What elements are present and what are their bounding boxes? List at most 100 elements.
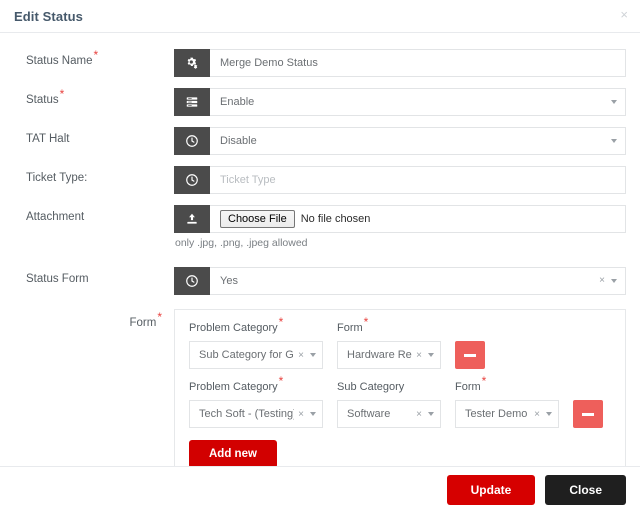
- clear-icon[interactable]: ×: [416, 409, 422, 420]
- label-text: Ticket Type:: [26, 172, 88, 184]
- label-form: Form*: [14, 309, 174, 329]
- close-icon[interactable]: ×: [620, 8, 628, 21]
- clock-icon: [174, 127, 210, 155]
- control-status-name: Merge Demo Status: [174, 49, 626, 77]
- chevron-down-icon[interactable]: [611, 279, 617, 283]
- label-text: Problem Category: [189, 381, 278, 393]
- nested-form-panel: Problem Category* Sub Category for Glob.…: [174, 309, 626, 466]
- label-text: TAT Halt: [26, 133, 70, 145]
- form-select[interactable]: Tester Demo ... ×: [455, 400, 559, 428]
- control-tat-halt: Disable: [174, 127, 626, 155]
- field-problem-category: Problem Category* Sub Category for Glob.…: [189, 316, 323, 369]
- label-form: Form*: [337, 316, 441, 336]
- clear-icon[interactable]: ×: [298, 409, 304, 420]
- label-problem-category: Problem Category*: [189, 375, 323, 395]
- selected-value: Tester Demo ...: [465, 408, 530, 420]
- add-new-button[interactable]: Add new: [189, 440, 277, 466]
- label-text: Form: [455, 381, 481, 393]
- input-group-status-name: Merge Demo Status: [174, 49, 626, 77]
- field-row-tat-halt: TAT Halt Disable: [14, 127, 626, 155]
- clear-icon[interactable]: ×: [298, 350, 304, 361]
- label-text: Problem Category: [189, 322, 278, 334]
- form-mapping-row: Problem Category* Tech Soft - (Testing) …: [189, 375, 611, 428]
- label-problem-category: Problem Category*: [189, 316, 323, 336]
- chevron-down-icon[interactable]: [310, 353, 316, 357]
- clear-icon[interactable]: ×: [599, 276, 605, 286]
- label-text: Form: [337, 322, 363, 334]
- attachment-help-text: only .jpg, .png, .jpeg allowed: [175, 237, 308, 249]
- nested-form-row: Form* Problem Category* Sub Category for…: [14, 309, 626, 466]
- required-asterisk: *: [481, 374, 487, 389]
- page-title: Edit Status: [14, 8, 83, 24]
- input-group-attachment: Choose File No file chosen: [174, 205, 626, 233]
- status-name-input[interactable]: Merge Demo Status: [210, 50, 625, 76]
- label-text: Status Form: [26, 273, 89, 285]
- input-group-status-form: Yes ×: [174, 267, 626, 295]
- label-sub-category: Sub Category: [337, 381, 441, 395]
- ticket-type-input[interactable]: Ticket Type: [210, 167, 625, 193]
- chevron-down-icon[interactable]: [611, 139, 617, 143]
- modal-header: Edit Status ×: [0, 0, 640, 33]
- label-status: Status*: [14, 88, 174, 106]
- field-row-ticket-type: Ticket Type: Ticket Type: [14, 166, 626, 194]
- problem-category-select[interactable]: Tech Soft - (Testing) ×: [189, 400, 323, 428]
- field-form: Form* Tester Demo ... ×: [455, 375, 559, 428]
- label-form: Form*: [455, 375, 559, 395]
- label-status-name: Status Name*: [14, 49, 174, 67]
- required-asterisk: *: [363, 315, 369, 330]
- label-attachment: Attachment: [14, 205, 174, 223]
- chevron-down-icon[interactable]: [611, 100, 617, 104]
- label-tat-halt: TAT Halt: [14, 127, 174, 145]
- field-row-attachment: Attachment Choose File No file chosen on…: [14, 205, 626, 249]
- label-text: Status: [26, 94, 59, 106]
- remove-row-button[interactable]: [455, 341, 485, 369]
- tat-halt-select[interactable]: Disable: [210, 128, 625, 154]
- control-ticket-type: Ticket Type: [174, 166, 626, 194]
- remove-row-button[interactable]: [573, 400, 603, 428]
- modal-body: Status Name* Merge Demo Status Status* E: [0, 33, 640, 466]
- control-attachment: Choose File No file chosen only .jpg, .p…: [174, 205, 626, 249]
- status-select[interactable]: Enable: [210, 89, 625, 115]
- chevron-down-icon[interactable]: [310, 412, 316, 416]
- form-mapping-row: Problem Category* Sub Category for Glob.…: [189, 316, 611, 369]
- clear-icon[interactable]: ×: [534, 409, 540, 420]
- status-form-select[interactable]: Yes: [210, 268, 625, 294]
- attachment-field: Choose File No file chosen: [210, 206, 625, 232]
- required-asterisk: *: [278, 374, 284, 389]
- upload-icon: [174, 205, 210, 233]
- required-asterisk: *: [157, 310, 162, 325]
- label-text: Form: [129, 317, 157, 329]
- label-ticket-type: Ticket Type:: [14, 166, 174, 184]
- choose-file-button[interactable]: Choose File: [220, 210, 295, 228]
- label-text: Status Name: [26, 55, 93, 67]
- chevron-down-icon[interactable]: [428, 353, 434, 357]
- list-bars-icon: [174, 88, 210, 116]
- label-status-form: Status Form: [14, 267, 174, 285]
- chevron-down-icon[interactable]: [428, 412, 434, 416]
- update-button[interactable]: Update: [446, 475, 536, 505]
- file-input-wrap[interactable]: Choose File No file chosen: [220, 210, 370, 228]
- chevron-down-icon[interactable]: [546, 412, 552, 416]
- field-problem-category: Problem Category* Tech Soft - (Testing) …: [189, 375, 323, 428]
- edit-status-modal: Edit Status × Status Name* Merge Demo St…: [0, 0, 640, 513]
- control-status-form: Yes ×: [174, 267, 626, 295]
- selected-value: Hardware Re...: [347, 349, 412, 361]
- sub-category-select[interactable]: Software ×: [337, 400, 441, 428]
- form-select[interactable]: Hardware Re... ×: [337, 341, 441, 369]
- problem-category-select[interactable]: Sub Category for Glob... ×: [189, 341, 323, 369]
- selected-value: Software: [347, 408, 391, 420]
- clear-icon[interactable]: ×: [416, 350, 422, 361]
- clock-icon: [174, 267, 210, 295]
- close-button[interactable]: Close: [545, 475, 626, 505]
- file-name-text: No file chosen: [300, 213, 371, 225]
- input-group-ticket-type: Ticket Type: [174, 166, 626, 194]
- required-asterisk: *: [59, 87, 65, 102]
- required-asterisk: *: [93, 48, 99, 63]
- modal-footer: Update Close: [0, 466, 640, 513]
- field-row-status: Status* Enable: [14, 88, 626, 116]
- required-asterisk: *: [278, 315, 284, 330]
- label-text: Attachment: [26, 211, 85, 223]
- cogs-icon: [174, 49, 210, 77]
- selected-value: Tech Soft - (Testing): [199, 408, 295, 420]
- input-group-tat-halt: Disable: [174, 127, 626, 155]
